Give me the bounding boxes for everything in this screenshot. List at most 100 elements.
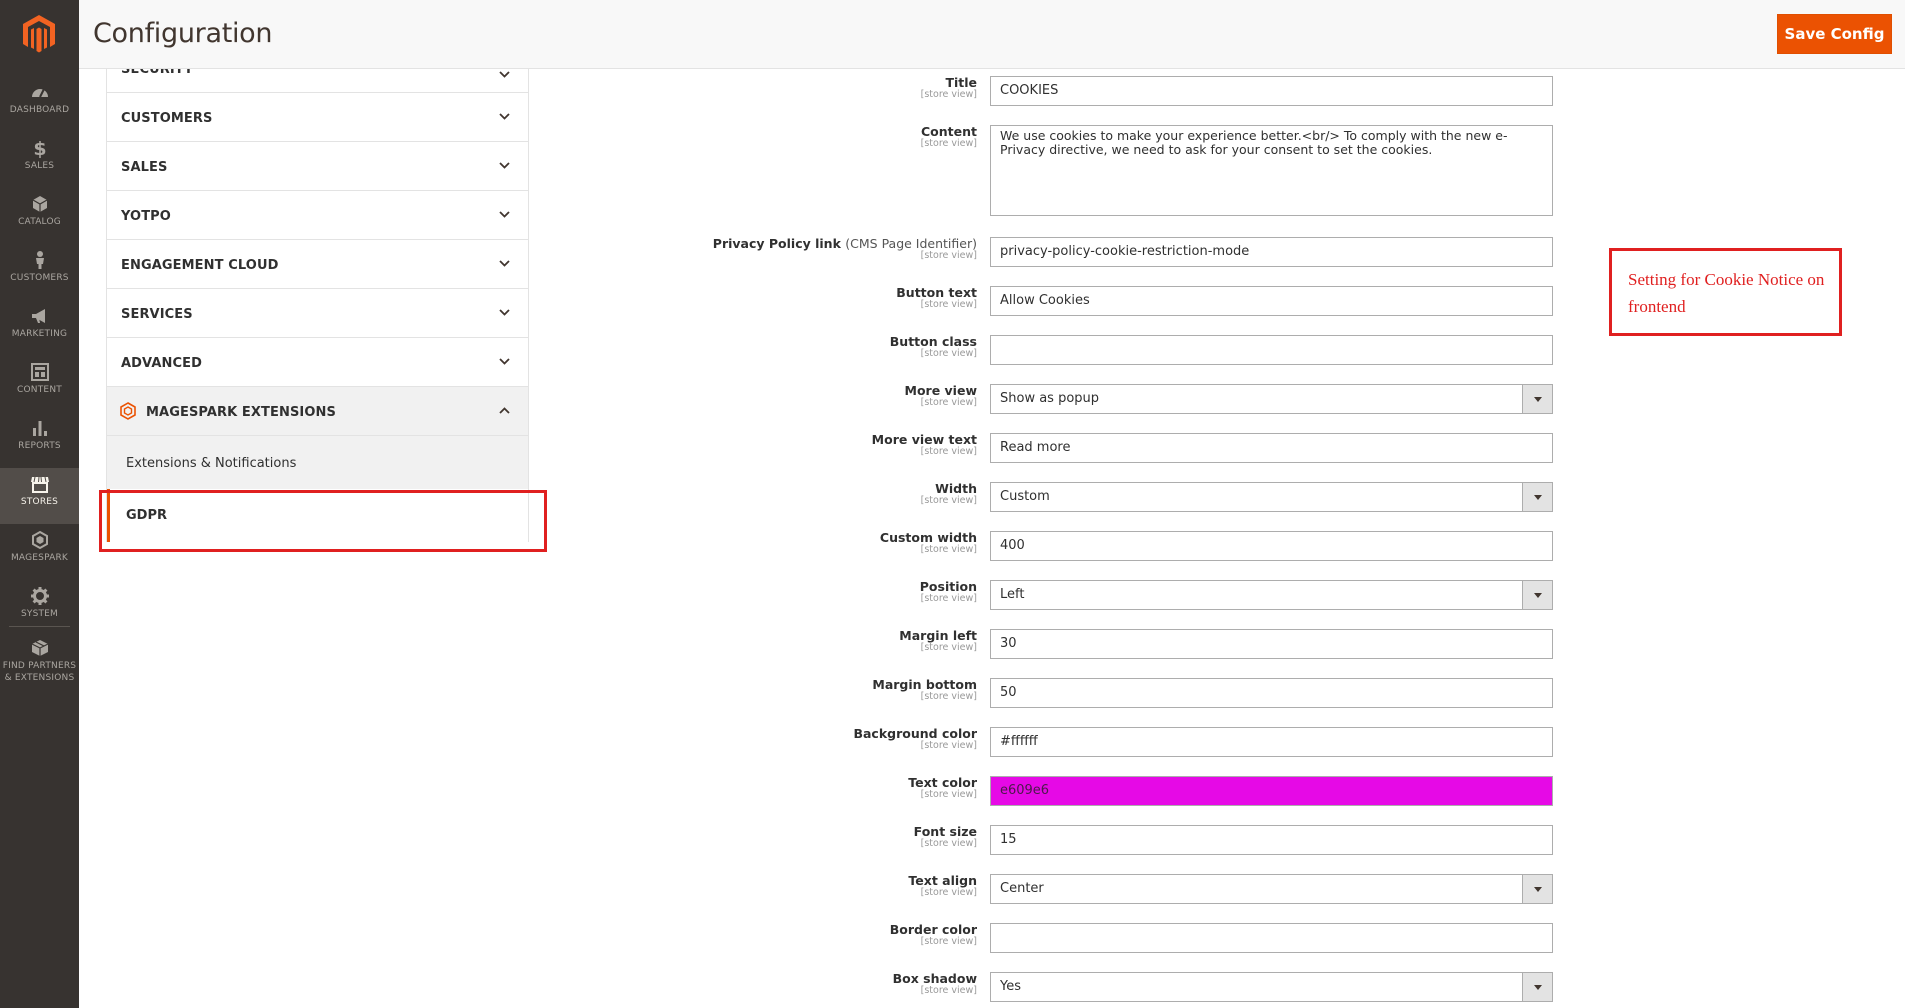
field-label: Custom width [store view]	[879, 530, 977, 555]
field-label: Button text [store view]	[896, 285, 977, 310]
tab-services[interactable]: SERVICES	[106, 289, 529, 338]
tab-label: SERVICES	[121, 307, 193, 322]
select-value: Yes	[1000, 979, 1021, 994]
nav-item-find-partners[interactable]: FIND PARTNERS & EXTENSIONS	[0, 632, 79, 702]
admin-sidebar: DASHBOARD $ SALES CATALOG CUSTOMERS MARK…	[0, 0, 79, 1008]
storefront-icon	[30, 476, 49, 493]
nav-label: DASHBOARD	[9, 105, 70, 115]
nav-label: FIND PARTNERS & EXTENSIONS	[2, 661, 77, 683]
background-color-input[interactable]: #ffffff	[990, 727, 1553, 757]
font-size-input[interactable]: 15	[990, 825, 1553, 855]
field-label: Text color [store view]	[908, 775, 977, 800]
tab-label: ENGAGEMENT CLOUD	[121, 258, 279, 273]
chevron-down-icon	[499, 358, 510, 365]
width-select[interactable]: Custom	[990, 482, 1553, 512]
tab-security[interactable]: SECURITY	[106, 69, 529, 93]
nav-item-catalog[interactable]: CATALOG	[0, 188, 79, 244]
bar-chart-icon	[32, 421, 47, 436]
chevron-down-icon	[499, 71, 510, 78]
nav-item-stores[interactable]: STORES	[0, 468, 79, 524]
select-value: Show as popup	[1000, 391, 1100, 406]
annotation-text: Setting for Cookie Notice on frontend	[1628, 270, 1825, 316]
button-text-input[interactable]: Allow Cookies	[990, 286, 1553, 316]
dashboard-icon	[31, 88, 48, 98]
border-color-input[interactable]	[990, 923, 1553, 953]
field-label: Content [store view]	[920, 124, 977, 149]
annotation-note: Setting for Cookie Notice on frontend	[1609, 248, 1842, 336]
dropdown-arrow-icon	[1522, 385, 1552, 413]
content-textarea[interactable]: We use cookies to make your experience b…	[990, 125, 1553, 216]
nav-label: REPORTS	[18, 441, 61, 451]
field-label: Position [store view]	[919, 579, 977, 604]
nav-item-customers[interactable]: CUSTOMERS	[0, 244, 79, 300]
dropdown-arrow-icon	[1522, 581, 1552, 609]
nav-item-magespark[interactable]: MAGESPARK	[0, 524, 79, 580]
tab-yotpo[interactable]: YOTPO	[106, 191, 529, 240]
field-label: Margin bottom [store view]	[872, 677, 977, 702]
nav-separator	[9, 626, 70, 627]
person-icon	[35, 251, 44, 269]
field-label: Border color [store view]	[889, 922, 977, 947]
page-title: Configuration	[93, 18, 273, 49]
dropdown-arrow-icon	[1522, 973, 1552, 1001]
field-label: Background color [store view]	[853, 726, 977, 751]
highlight-box-gdpr	[99, 490, 547, 552]
gear-icon	[30, 587, 49, 605]
nav-item-reports[interactable]: REPORTS	[0, 412, 79, 468]
tab-label: MAGESPARK EXTENSIONS	[146, 405, 336, 420]
field-label: Margin left [store view]	[899, 628, 977, 653]
nav-item-content[interactable]: CONTENT	[0, 356, 79, 412]
nav-label: CATALOG	[18, 217, 61, 227]
magespark-icon	[120, 402, 136, 420]
select-value: Left	[1000, 587, 1025, 602]
field-label: More view [store view]	[904, 383, 977, 408]
tab-label: YOTPO	[121, 209, 171, 224]
dropdown-arrow-icon	[1522, 875, 1552, 903]
magento-logo[interactable]	[22, 14, 56, 54]
nav-label: SALES	[24, 161, 55, 171]
nav-item-sales[interactable]: $ SALES	[0, 132, 79, 188]
text-color-input[interactable]: e609e6	[990, 776, 1553, 806]
tab-customers[interactable]: CUSTOMERS	[106, 93, 529, 142]
dollar-icon: $	[33, 138, 46, 158]
nav-label: CONTENT	[17, 385, 62, 395]
field-label: Text align [store view]	[908, 873, 977, 898]
chevron-down-icon	[499, 260, 510, 267]
nav-item-system[interactable]: SYSTEM	[0, 580, 79, 636]
margin-left-input[interactable]: 30	[990, 629, 1553, 659]
megaphone-icon	[31, 309, 45, 323]
field-label: Width [store view]	[920, 481, 977, 506]
custom-width-input[interactable]: 400	[990, 531, 1553, 561]
dropdown-arrow-icon	[1522, 483, 1552, 511]
select-value: Custom	[1000, 489, 1050, 504]
magespark-icon	[31, 530, 48, 550]
field-label: More view text [store view]	[871, 432, 977, 457]
nav-label: CUSTOMERS	[10, 273, 69, 283]
tab-label: SALES	[121, 160, 168, 175]
tab-engagement-cloud[interactable]: ENGAGEMENT CLOUD	[106, 240, 529, 289]
box-shadow-select[interactable]: Yes	[990, 972, 1553, 1002]
nav-item-marketing[interactable]: MARKETING	[0, 300, 79, 356]
margin-bottom-input[interactable]: 50	[990, 678, 1553, 708]
nav-item-dashboard[interactable]: DASHBOARD	[0, 76, 79, 132]
save-config-button[interactable]: Save Config	[1777, 14, 1892, 54]
tab-sales[interactable]: SALES	[106, 142, 529, 191]
chevron-down-icon	[499, 162, 510, 169]
chevron-down-icon	[499, 211, 510, 218]
privacy-link-input[interactable]: privacy-policy-cookie-restriction-mode	[990, 237, 1553, 267]
text-align-select[interactable]: Center	[990, 874, 1553, 904]
more-view-text-input[interactable]: Read more	[990, 433, 1553, 463]
tab-magespark-extensions[interactable]: MAGESPARK EXTENSIONS	[106, 387, 529, 436]
page-header: Configuration Save Config	[79, 0, 1905, 69]
tab-label: SECURITY	[121, 69, 194, 77]
more-view-select[interactable]: Show as popup	[990, 384, 1553, 414]
position-select[interactable]: Left	[990, 580, 1553, 610]
cube-icon	[32, 196, 47, 212]
subitem-extensions-notifications[interactable]: Extensions & Notifications	[107, 436, 528, 489]
tab-advanced[interactable]: ADVANCED	[106, 338, 529, 387]
select-value: Center	[1000, 881, 1044, 896]
title-input[interactable]: COOKIES	[990, 76, 1553, 106]
button-class-input[interactable]	[990, 335, 1553, 365]
field-label: Privacy Policy link (CMS Page Identifier…	[712, 236, 977, 261]
field-label: Box shadow [store view]	[892, 971, 977, 996]
